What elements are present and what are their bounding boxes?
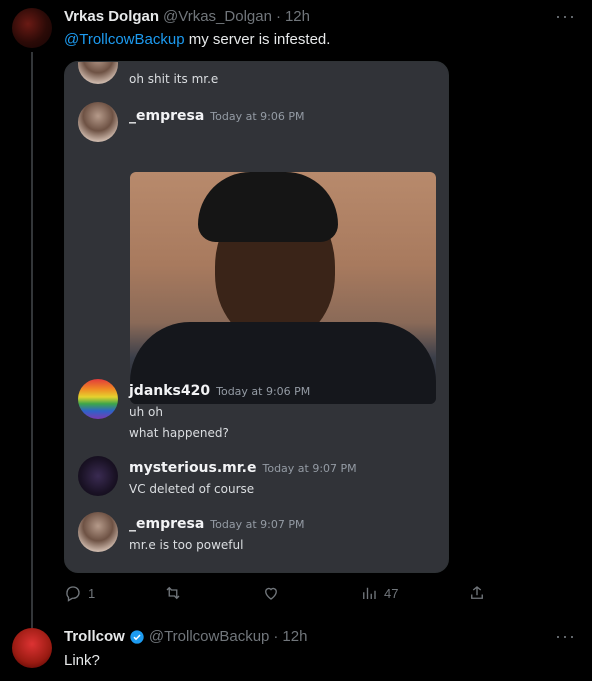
discord-username: _empresa Today at 9:07 PM	[129, 516, 305, 532]
user-handle[interactable]: @Vrkas_Dolgan	[163, 8, 272, 25]
retweet-icon	[166, 586, 180, 600]
discord-username: jdanks420 Today at 9:06 PM	[129, 383, 311, 399]
discord-image	[130, 172, 436, 404]
share-button[interactable]	[468, 584, 486, 602]
discord-avatar	[78, 512, 118, 552]
discord-timestamp: Today at 9:07 PM	[210, 518, 305, 531]
message-line: VC deleted of course	[129, 482, 255, 496]
discord-timestamp: Today at 9:07 PM	[262, 462, 357, 475]
verified-icon	[130, 629, 144, 644]
thread-line	[31, 52, 33, 628]
display-name[interactable]: Vrkas Dolgan	[64, 8, 159, 25]
user-handle[interactable]: @TrollcowBackup	[149, 628, 270, 645]
discord-timestamp: Today at 9:06 PM	[210, 110, 305, 123]
timestamp[interactable]: 12h	[282, 628, 307, 645]
tweet-trollcow[interactable]: Trollcow @TrollcowBackup · 12h ··· Link?	[0, 620, 592, 681]
mention-link[interactable]: @TrollcowBackup	[64, 31, 185, 48]
reply-count: 1	[88, 585, 96, 601]
message-line: what happened?	[129, 426, 229, 440]
display-name[interactable]: Trollcow	[64, 628, 125, 645]
tweet-header: Vrkas Dolgan @Vrkas_Dolgan · 12h	[64, 8, 310, 25]
message-line: oh shit its mr.e	[129, 72, 219, 86]
reply-icon	[66, 586, 80, 602]
views-button[interactable]: 47	[360, 584, 398, 602]
more-icon[interactable]: ···	[555, 626, 576, 647]
avatar[interactable]	[12, 628, 52, 668]
discord-username: _empresa Today at 9:06 PM	[129, 108, 305, 124]
reply-button[interactable]: 1	[64, 584, 95, 602]
heart-icon	[265, 587, 277, 600]
timestamp[interactable]: 12h	[285, 8, 310, 25]
avatar[interactable]	[12, 8, 52, 48]
tweet-text: Link?	[64, 652, 100, 669]
discord-avatar	[78, 102, 118, 142]
more-icon[interactable]: ···	[555, 6, 576, 27]
separator: ·	[273, 628, 279, 645]
discord-avatar	[78, 456, 118, 496]
tweet-header: Trollcow @TrollcowBackup · 12h	[64, 628, 307, 645]
retweet-button[interactable]	[164, 584, 188, 602]
share-icon	[471, 586, 483, 599]
tweet-text-body: my server is infested.	[184, 31, 331, 48]
message-line: uh oh	[129, 405, 163, 419]
views-count: 47	[384, 585, 399, 601]
views-icon	[363, 587, 376, 599]
discord-timestamp: Today at 9:06 PM	[216, 385, 311, 398]
tweet-text: @TrollcowBackup my server is infested.	[64, 30, 330, 50]
message-line: mr.e is too poweful	[129, 538, 244, 552]
discord-avatar	[78, 62, 118, 84]
like-button[interactable]	[262, 584, 286, 602]
tweet-actions: 1 47	[64, 584, 494, 606]
tweet-vrkas[interactable]: Vrkas Dolgan @Vrkas_Dolgan · 12h ··· @Tr…	[0, 0, 592, 628]
discord-username: mysterious.mr.e Today at 9:07 PM	[129, 460, 357, 476]
separator: ·	[275, 8, 281, 25]
attached-image[interactable]: oh shit its mr.e _empresa Today at 9:06 P…	[64, 61, 449, 573]
discord-avatar	[78, 379, 118, 419]
